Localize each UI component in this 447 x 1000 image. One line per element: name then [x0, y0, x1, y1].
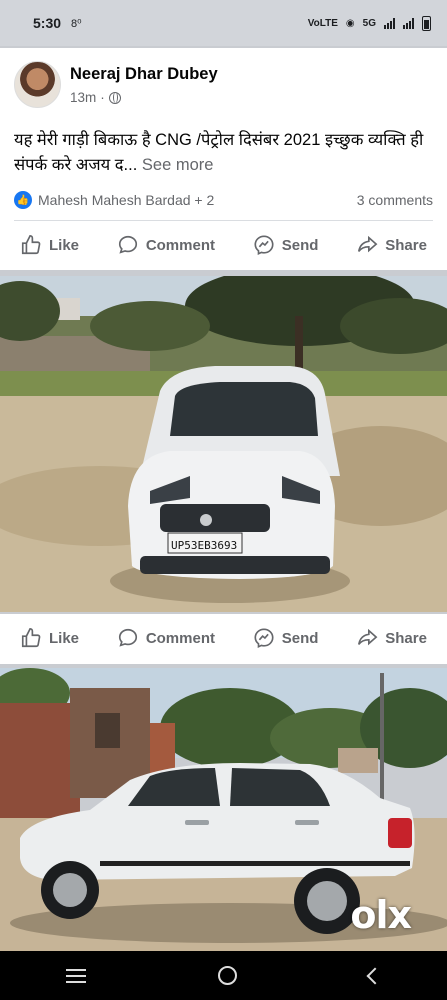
divider [14, 220, 433, 221]
post-text: यह मेरी गाड़ी बिकाऊ है CNG /पेट्रोल दिसं… [14, 128, 434, 178]
send-button[interactable]: Send [253, 627, 319, 649]
recent-apps-icon[interactable] [66, 968, 86, 983]
back-icon[interactable] [366, 967, 384, 984]
post-photo-front[interactable]: UP53EB3693 [0, 276, 447, 612]
see-more-link[interactable]: See more [142, 156, 214, 174]
comment-label: Comment [145, 629, 215, 647]
network-type: 5G [362, 17, 376, 29]
thumbs-up-icon [21, 235, 41, 255]
share-icon [358, 235, 378, 253]
volte-label: VoLTE [307, 17, 338, 29]
like-reaction-icon: 👍 [14, 191, 32, 209]
post-card: Neeraj Dhar Dubey 13m · यह मेरी गाड़ी बि… [0, 48, 447, 270]
sync-icon: 8⁰ [71, 17, 82, 30]
send-label: Send [281, 629, 319, 647]
messenger-icon [254, 628, 274, 648]
system-nav-bar [0, 951, 447, 1000]
comment-button[interactable]: Comment [117, 234, 215, 256]
home-icon[interactable] [218, 966, 237, 985]
comment-icon [118, 628, 137, 647]
reactors-text[interactable]: Mahesh Mahesh Bardad + 2 [38, 192, 214, 208]
share-label: Share [385, 236, 427, 254]
author-name[interactable]: Neeraj Dhar Dubey [70, 65, 218, 84]
status-indicators: VoLTE ◉ 5G [307, 15, 431, 31]
hotspot-icon: ◉ [345, 17, 355, 29]
comment-button[interactable]: Comment [117, 627, 215, 649]
status-bar: 5:30 8⁰ VoLTE ◉ 5G [0, 0, 447, 46]
post-actions: Like Comment Send Share [0, 225, 447, 265]
share-label: Share [385, 629, 427, 647]
comment-icon [118, 235, 137, 254]
dot-separator: · [100, 90, 105, 105]
comments-count[interactable]: 3 comments [357, 192, 433, 208]
thumbs-up-icon [21, 628, 41, 648]
reactions-bar[interactable]: 👍 Mahesh Mahesh Bardad + 2 3 comments [14, 191, 433, 209]
avatar[interactable] [14, 61, 61, 108]
license-plate: UP53EB3693 [171, 539, 237, 552]
share-button[interactable]: Share [356, 234, 427, 256]
messenger-icon [254, 235, 274, 255]
status-time: 5:30 [33, 15, 62, 31]
like-button[interactable]: Like [20, 234, 79, 256]
like-label: Like [49, 629, 80, 647]
car-front-image: UP53EB3693 [0, 276, 447, 612]
olx-watermark: olx [350, 893, 412, 937]
send-button[interactable]: Send [253, 234, 319, 256]
post-photo-side[interactable]: olx [0, 668, 447, 951]
comment-label: Comment [145, 236, 215, 254]
post-time[interactable]: 13m [70, 90, 96, 105]
like-label: Like [49, 236, 80, 254]
post-body: यह मेरी गाड़ी बिकाऊ है CNG /पेट्रोल दिसं… [14, 131, 424, 174]
share-button[interactable]: Share [356, 627, 427, 649]
post-meta: 13m · [70, 90, 121, 105]
signal-icon [384, 17, 395, 29]
send-label: Send [281, 236, 319, 254]
share-icon [358, 628, 378, 646]
battery-icon [422, 15, 431, 31]
like-button[interactable]: Like [20, 627, 79, 649]
globe-icon [108, 91, 121, 104]
photo-actions: Like Comment Send Share [0, 618, 447, 658]
signal-icon [403, 17, 414, 29]
photo-actions-card: Like Comment Send Share [0, 614, 447, 664]
